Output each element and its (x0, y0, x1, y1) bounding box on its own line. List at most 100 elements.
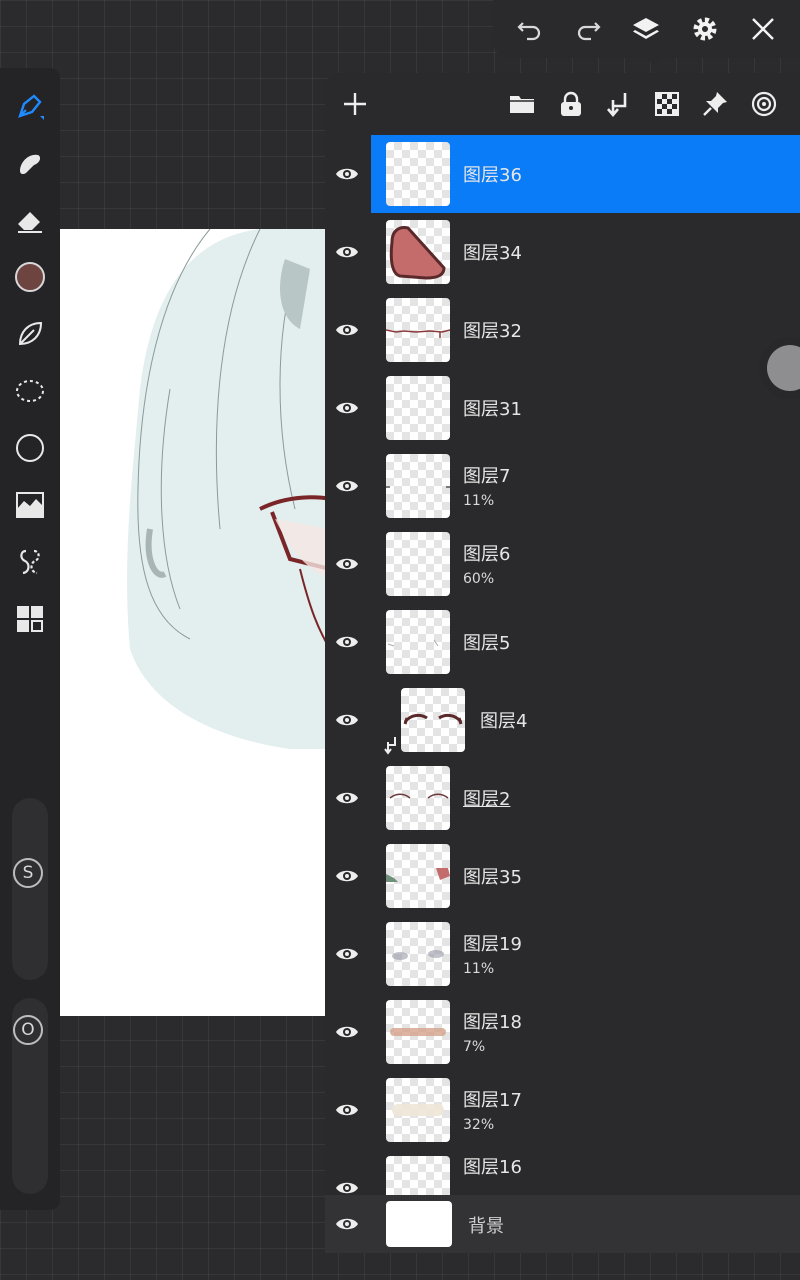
layer-row[interactable]: 图层32 (325, 291, 800, 369)
eye-icon (336, 636, 358, 648)
undo-button[interactable] (510, 9, 550, 49)
pin-icon (703, 92, 727, 116)
layer-row[interactable]: 图层4 (325, 681, 800, 759)
visibility-toggle[interactable] (331, 704, 363, 736)
visibility-toggle[interactable] (331, 392, 363, 424)
redo-button[interactable] (568, 9, 608, 49)
layers-panel: 图层36 图层34 图层32 图层31 图层7 11% 图层6 60% 图层5 … (325, 73, 800, 1253)
layer-row[interactable]: 图层2 (325, 759, 800, 837)
merge-down-icon (607, 93, 627, 118)
layer-name: 图层36 (463, 165, 522, 186)
visibility-toggle[interactable] (331, 938, 363, 970)
visibility-toggle[interactable] (331, 1208, 363, 1240)
layer-row[interactable]: 图层34 (325, 213, 800, 291)
brush-size-slider[interactable] (12, 798, 48, 980)
gallery-icon (17, 606, 43, 632)
layer-row[interactable]: 图层17 32% (325, 1071, 800, 1149)
adjust-tool[interactable] (10, 485, 50, 525)
layer-thumbnail (386, 1000, 450, 1064)
layer-name: 图层31 (463, 399, 522, 420)
layer-name: 图层34 (463, 243, 522, 264)
layer-row[interactable]: 图层5 (325, 603, 800, 681)
lock-button[interactable] (554, 87, 588, 121)
shape-tool[interactable] (10, 428, 50, 468)
layer-thumbnail (386, 1078, 450, 1142)
layer-thumbnail (386, 376, 450, 440)
layer-row[interactable]: 图层35 (325, 837, 800, 915)
visibility-toggle[interactable] (331, 782, 363, 814)
clipping-mask-indicator (383, 735, 399, 755)
left-toolbar: S O (0, 68, 60, 1210)
close-button[interactable] (743, 9, 783, 49)
color-swatch (15, 262, 45, 292)
layers-icon (633, 18, 660, 39)
layer-opacity: 32% (463, 1117, 495, 1133)
layer-opacity: 60% (463, 571, 495, 587)
layer-name: 图层32 (463, 321, 522, 342)
visibility-toggle[interactable] (331, 314, 363, 346)
layer-row[interactable]: 图层19 11% (325, 915, 800, 993)
add-layer-button[interactable] (338, 87, 372, 121)
symmetry-tool[interactable] (10, 542, 50, 582)
blend-mode-button[interactable] (747, 87, 781, 121)
eye-icon (336, 324, 358, 336)
pen-tool[interactable] (10, 86, 50, 126)
gallery-tool[interactable] (10, 599, 50, 639)
layer-row[interactable]: 图层7 11% (325, 447, 800, 525)
visibility-toggle[interactable] (331, 626, 363, 658)
selection-icon (16, 380, 44, 402)
layer-row[interactable]: 图层6 60% (325, 525, 800, 603)
layer-name: 图层17 (463, 1090, 522, 1111)
blend-icon (751, 91, 777, 117)
layers-button[interactable] (626, 9, 666, 49)
eraser-tool[interactable] (10, 200, 50, 240)
layer-row[interactable]: 图层16 (325, 1149, 800, 1195)
color-button[interactable] (10, 257, 50, 297)
layer-opacity: 11% (463, 493, 495, 509)
lasso-fill-tool[interactable] (10, 314, 50, 354)
close-icon (751, 18, 774, 40)
top-toolbar (493, 0, 800, 58)
visibility-toggle[interactable] (331, 1172, 363, 1195)
layer-row[interactable]: 图层36 (325, 135, 800, 213)
layer-name: 图层16 (463, 1157, 522, 1178)
layer-row[interactable]: 图层31 (325, 369, 800, 447)
smudge-tool[interactable] (10, 143, 50, 183)
drawing-canvas[interactable] (60, 229, 330, 1016)
visibility-toggle[interactable] (331, 1016, 363, 1048)
folder-icon (510, 96, 534, 113)
settings-button[interactable] (685, 9, 725, 49)
background-layer-row[interactable]: 背景 (325, 1195, 800, 1253)
layer-thumbnail (386, 766, 450, 830)
eye-icon (336, 1104, 358, 1116)
eye-icon (336, 948, 358, 960)
layer-name: 图层5 (463, 633, 511, 654)
layer-thumbnail (386, 220, 450, 284)
alpha-lock-button[interactable] (650, 87, 684, 121)
folder-button[interactable] (505, 87, 539, 121)
lasso-fill-icon (18, 321, 43, 346)
layer-thumbnail (386, 532, 450, 596)
visibility-toggle[interactable] (331, 1094, 363, 1126)
selection-tool[interactable] (10, 371, 50, 411)
add-layer-icon (344, 93, 366, 115)
eye-icon (336, 1182, 358, 1194)
layer-opacity: 7% (463, 1039, 486, 1055)
eye-icon (336, 1026, 358, 1038)
pin-button[interactable] (698, 87, 732, 121)
opacity-label: O (13, 1015, 43, 1045)
clip-arrow-icon (384, 737, 396, 755)
layer-name: 图层35 (463, 867, 522, 888)
layer-name: 图层6 (463, 544, 511, 565)
layer-row[interactable]: 图层18 7% (325, 993, 800, 1071)
visibility-toggle[interactable] (331, 158, 363, 190)
visibility-toggle[interactable] (331, 860, 363, 892)
layer-thumbnail (386, 844, 450, 908)
visibility-toggle[interactable] (331, 236, 363, 268)
background-thumbnail (386, 1201, 452, 1247)
layer-name: 图层7 (463, 466, 511, 487)
visibility-toggle[interactable] (331, 548, 363, 580)
merge-down-button[interactable] (602, 87, 636, 121)
layer-thumbnail (386, 142, 450, 206)
visibility-toggle[interactable] (331, 470, 363, 502)
